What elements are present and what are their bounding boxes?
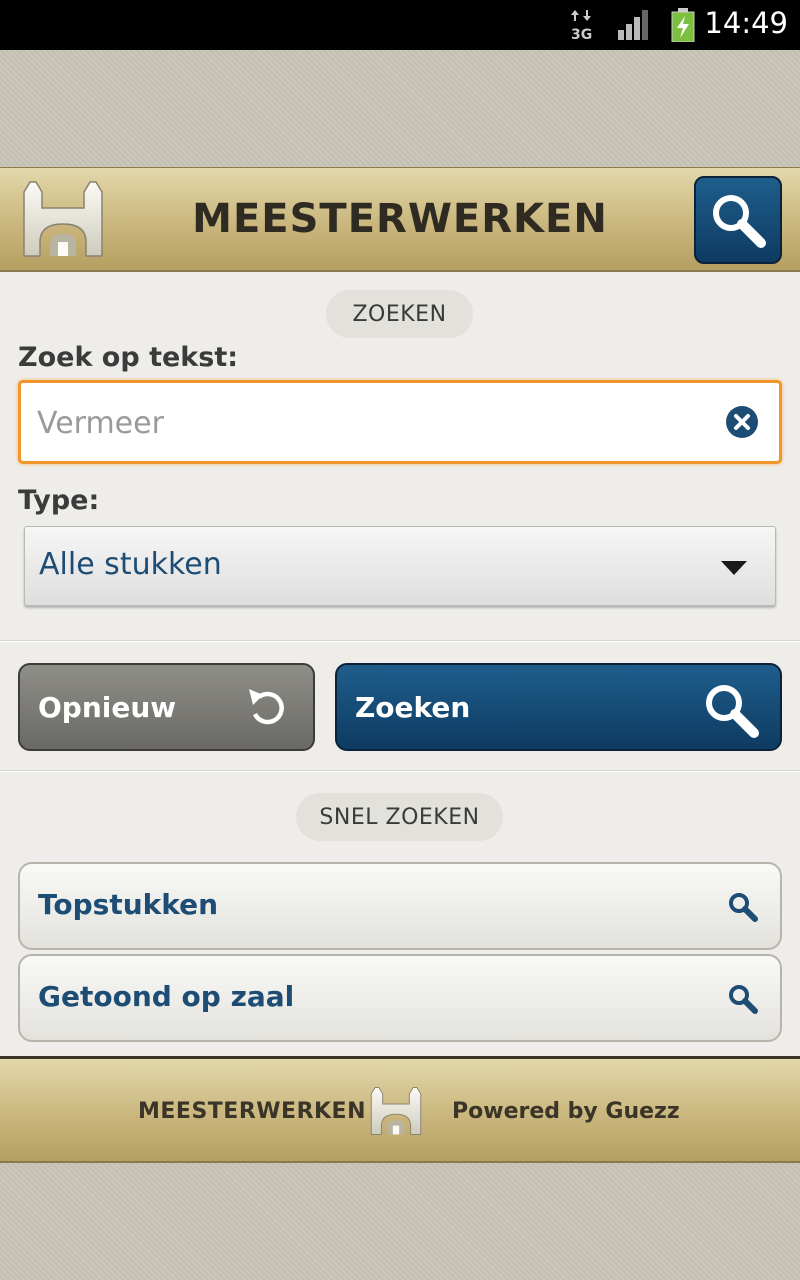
reset-button[interactable]: Opnieuw [18, 663, 315, 751]
clear-x-icon[interactable] [725, 405, 759, 439]
castle-gate-logo-icon [370, 1087, 422, 1135]
reset-button-label: Opnieuw [38, 690, 177, 724]
search-icon [713, 195, 766, 248]
app-header: MEESTERWERKEN [0, 167, 800, 272]
bottom-background [0, 1163, 800, 1280]
type-select[interactable]: Alle stukken [24, 526, 776, 606]
type-label: Type: [18, 485, 100, 516]
refresh-icon [249, 689, 284, 725]
status-bar: 3G 14:49 [0, 0, 800, 50]
powered-by-text[interactable]: Powered by Guezz [452, 1099, 680, 1124]
status-time: 14:49 [704, 6, 788, 40]
divider [0, 770, 800, 772]
divider [0, 640, 800, 642]
text-search-field[interactable] [18, 380, 782, 464]
quick-search-heading: SNEL ZOEKEN [296, 793, 503, 841]
search-icon [706, 685, 759, 738]
signal-icon [618, 10, 648, 40]
search-input[interactable] [37, 397, 697, 449]
chevron-down-icon [721, 561, 747, 575]
search-button-label: Zoeken [355, 690, 471, 724]
header-search-button[interactable] [694, 176, 782, 264]
network-type-label: 3G [571, 27, 592, 42]
search-button[interactable]: Zoeken [335, 663, 782, 751]
app-footer: MEESTERWERKEN Powered by Guezz [0, 1056, 800, 1163]
page-title: MEESTERWERKEN [192, 196, 608, 242]
text-search-label: Zoek op tekst: [18, 342, 239, 373]
search-icon [729, 985, 758, 1014]
search-section-heading: ZOEKEN [326, 290, 473, 338]
battery-charging-icon [671, 8, 695, 42]
top-background [0, 50, 800, 167]
footer-brand-text: MEESTERWERKEN [138, 1099, 366, 1124]
quick-search-item-getoond-op-zaal[interactable]: Getoond op zaal [18, 954, 782, 1042]
search-icon [729, 893, 758, 922]
quick-search-item-label: Getoond op zaal [38, 980, 295, 1013]
quick-search-item-topstukken[interactable]: Topstukken [18, 862, 782, 950]
quick-search-item-label: Topstukken [38, 888, 219, 921]
type-select-value: Alle stukken [39, 547, 222, 582]
search-form: ZOEKEN Zoek op tekst: Type: Alle stukken… [0, 272, 800, 1056]
network-3g-icon: 3G [571, 10, 592, 42]
